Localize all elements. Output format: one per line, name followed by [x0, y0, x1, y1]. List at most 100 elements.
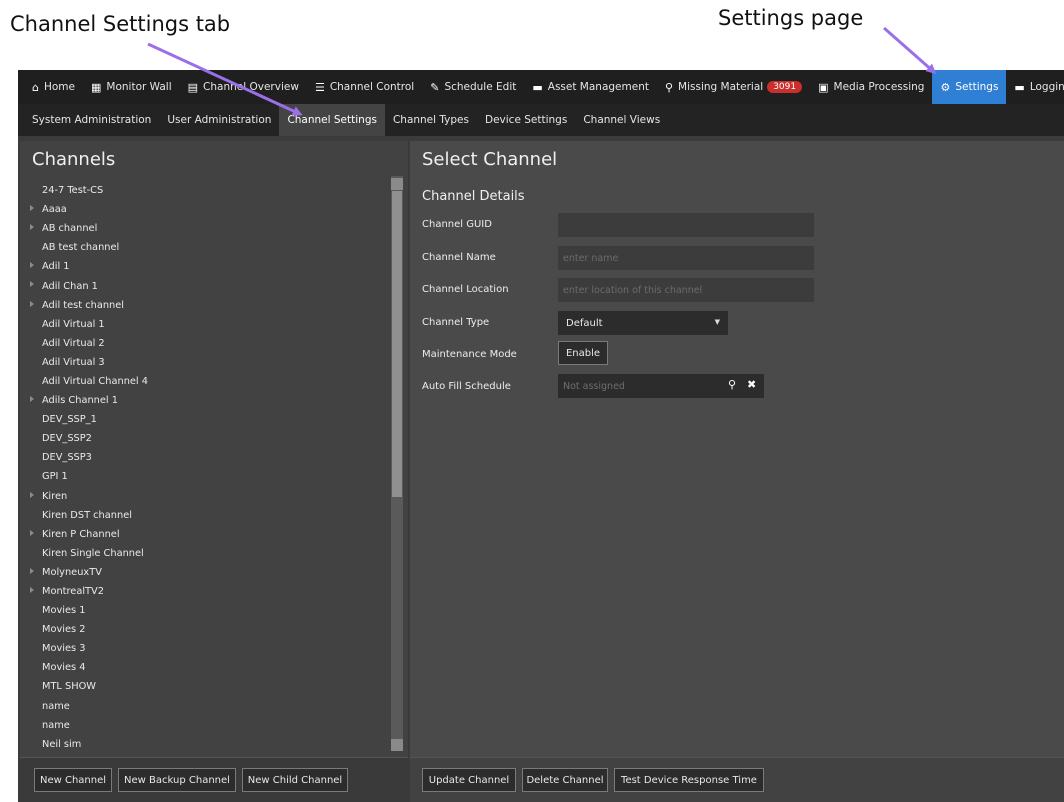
- nav-label: Logging: [1029, 81, 1064, 93]
- channel-list-item[interactable]: Adil Chan 1: [20, 276, 392, 295]
- new-child-channel-button[interactable]: New Child Channel: [242, 768, 348, 792]
- channels-title: Channels: [32, 149, 116, 170]
- channel-list-item[interactable]: Kiren DST channel: [20, 506, 392, 525]
- tab-system-administration[interactable]: System Administration: [24, 104, 159, 136]
- chevron-down-icon: ▼: [714, 318, 720, 326]
- tab-channel-views[interactable]: Channel Views: [575, 104, 668, 136]
- channel-list-item[interactable]: Kiren P Channel: [20, 525, 392, 544]
- channel-details-footer: Update Channel Delete Channel Test Devic…: [410, 757, 1064, 802]
- channel-list-item[interactable]: MontrealTV2: [20, 582, 392, 601]
- channel-label: Movies 2: [42, 624, 86, 636]
- nav-missing-material[interactable]: ⚲ Missing Material 3091: [657, 70, 810, 104]
- channel-label: Kiren Single Channel: [42, 547, 144, 559]
- tab-channel-settings[interactable]: Channel Settings: [279, 104, 385, 136]
- tab-device-settings[interactable]: Device Settings: [477, 104, 575, 136]
- channel-list-item[interactable]: MTL SHOW: [20, 677, 392, 696]
- channels-footer: New Channel New Backup Channel New Child…: [20, 757, 408, 802]
- scroll-up-arrow-icon[interactable]: [391, 178, 403, 190]
- scroll-down-arrow-icon[interactable]: [391, 739, 403, 751]
- channel-type-label: Channel Type: [422, 317, 490, 328]
- channel-list-item[interactable]: Adils Channel 1: [20, 391, 392, 410]
- channel-list-item[interactable]: 24-7 Test-CS: [20, 181, 392, 200]
- channel-label: Movies 4: [42, 662, 86, 674]
- channel-label: Movies 3: [42, 643, 86, 655]
- maintenance-enable-button[interactable]: Enable: [558, 341, 608, 365]
- nav-monitor-wall[interactable]: ▦ Monitor Wall: [83, 70, 180, 104]
- channel-list-item[interactable]: AB test channel: [20, 238, 392, 257]
- channel-list-item[interactable]: Adil Virtual Channel 4: [20, 372, 392, 391]
- scrollbar-thumb[interactable]: [392, 191, 402, 497]
- nav-media-processing[interactable]: ▣ Media Processing: [810, 70, 932, 104]
- channel-list-item[interactable]: Adil Virtual 3: [20, 353, 392, 372]
- channel-label: Kiren P Channel: [42, 528, 120, 540]
- search-icon[interactable]: ⚲: [728, 378, 736, 391]
- new-backup-channel-button[interactable]: New Backup Channel: [118, 768, 236, 792]
- expand-caret-icon[interactable]: [30, 205, 34, 212]
- expand-caret-icon[interactable]: [30, 529, 34, 536]
- nav-settings[interactable]: ⚙ Settings: [932, 70, 1007, 104]
- tab-channel-types[interactable]: Channel Types: [385, 104, 477, 136]
- delete-channel-button[interactable]: Delete Channel: [522, 768, 608, 792]
- channel-location-input[interactable]: enter location of this channel: [558, 278, 814, 302]
- channel-type-select[interactable]: Default ▼: [558, 311, 728, 335]
- select-channel-title: Select Channel: [422, 149, 558, 170]
- channel-list-item[interactable]: Adil test channel: [20, 296, 392, 315]
- edit-icon: ✎: [430, 80, 440, 94]
- channel-list-item[interactable]: Adil Virtual 2: [20, 334, 392, 353]
- nav-label: Home: [43, 81, 75, 93]
- channel-list-item[interactable]: name: [20, 697, 392, 716]
- clear-x-icon[interactable]: ✖: [747, 378, 756, 391]
- missing-material-count-badge: 3091: [767, 81, 803, 93]
- expand-caret-icon[interactable]: [30, 281, 34, 288]
- channel-list-item[interactable]: Adil Virtual 1: [20, 315, 392, 334]
- channel-label: name: [42, 719, 70, 731]
- channel-list-item[interactable]: Movies 3: [20, 639, 392, 658]
- channel-guid-field[interactable]: [558, 213, 814, 237]
- nav-home[interactable]: ⌂ Home: [24, 70, 83, 104]
- channel-list-item[interactable]: MolyneuxTV: [20, 563, 392, 582]
- channel-name-input[interactable]: enter name: [558, 246, 814, 270]
- update-channel-button[interactable]: Update Channel: [422, 768, 516, 792]
- new-channel-button[interactable]: New Channel: [34, 768, 112, 792]
- nav-label: Channel Overview: [203, 81, 299, 93]
- nav-label: Missing Material: [678, 81, 764, 93]
- nav-channel-control[interactable]: ☰ Channel Control: [307, 70, 422, 104]
- channel-list-item[interactable]: name: [20, 716, 392, 735]
- expand-caret-icon[interactable]: [30, 586, 34, 593]
- channel-list-item[interactable]: Movies 1: [20, 601, 392, 620]
- nav-channel-overview[interactable]: ▤ Channel Overview: [180, 70, 307, 104]
- expand-caret-icon[interactable]: [30, 396, 34, 403]
- test-device-response-time-button[interactable]: Test Device Response Time: [614, 768, 764, 792]
- channel-location-label: Channel Location: [422, 284, 509, 295]
- channel-list-item[interactable]: Movies 4: [20, 658, 392, 677]
- channel-list-item[interactable]: Aaaa: [20, 200, 392, 219]
- channel-label: Adil Virtual Channel 4: [42, 375, 149, 387]
- channel-list-item[interactable]: DEV_SSP_1: [20, 410, 392, 429]
- channel-label: GPI 1: [42, 471, 68, 483]
- channel-list-item[interactable]: Neil sim: [20, 735, 392, 754]
- tab-user-administration[interactable]: User Administration: [159, 104, 279, 136]
- nav-logging[interactable]: ▬ Logging: [1006, 70, 1064, 104]
- nav-label: Settings: [955, 81, 999, 93]
- nav-schedule-edit[interactable]: ✎ Schedule Edit: [422, 70, 524, 104]
- channel-list-item[interactable]: Kiren Single Channel: [20, 544, 392, 563]
- channel-list-item[interactable]: Kiren: [20, 487, 392, 506]
- expand-caret-icon[interactable]: [30, 262, 34, 269]
- channel-list: 24-7 Test-CS Aaaa AB channel AB test channe…: [20, 181, 392, 771]
- channel-details-heading: Channel Details: [422, 189, 525, 204]
- channel-list-item[interactable]: Adil 1: [20, 257, 392, 276]
- channel-details-panel: Select Channel Channel Details Channel G…: [410, 141, 1064, 802]
- expand-caret-icon[interactable]: [30, 567, 34, 574]
- expand-caret-icon[interactable]: [30, 224, 34, 231]
- channel-list-item[interactable]: DEV_SSP2: [20, 429, 392, 448]
- channel-list-item[interactable]: AB channel: [20, 219, 392, 238]
- application-window: ⌂ Home ▦ Monitor Wall ▤ Channel Overview ☰ Chan…: [18, 70, 1064, 802]
- expand-caret-icon[interactable]: [30, 491, 34, 498]
- nav-asset-management[interactable]: ▬ Asset Management: [524, 70, 657, 104]
- channel-type-value: Default: [566, 317, 603, 329]
- channel-list-item[interactable]: Movies 2: [20, 620, 392, 639]
- channel-list-item[interactable]: GPI 1: [20, 467, 392, 486]
- channel-label: MolyneuxTV: [42, 566, 102, 578]
- channel-list-item[interactable]: DEV_SSP3: [20, 448, 392, 467]
- expand-caret-icon[interactable]: [30, 300, 34, 307]
